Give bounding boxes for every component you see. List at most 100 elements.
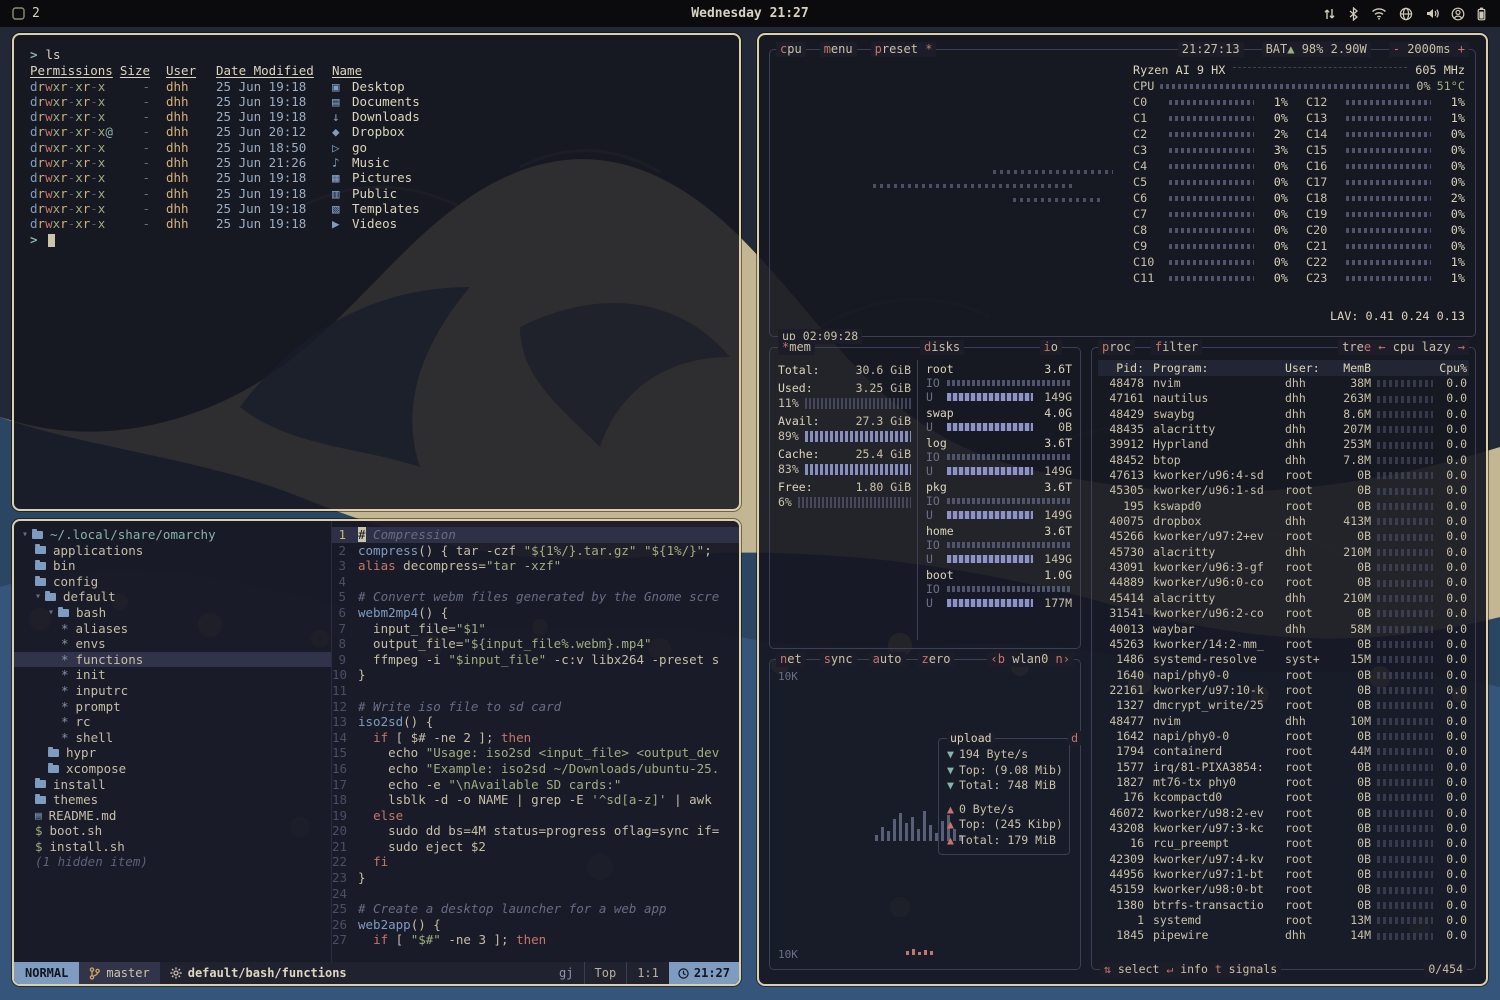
- tab-preset[interactable]: preset *: [871, 42, 937, 57]
- tab-cpu[interactable]: cpu: [776, 42, 806, 57]
- code-text: fi: [358, 854, 388, 870]
- process-row[interactable]: 44956kworker/u97:1-btroot0B0.0: [1098, 867, 1469, 882]
- mem-title[interactable]: *mem: [778, 340, 815, 355]
- window-btop[interactable]: cpumenupreset * 21:27:13BAT▲ 98% 2.90W- …: [757, 33, 1488, 986]
- process-row[interactable]: 1827mt76-tx phy0root0B0.0: [1098, 775, 1469, 790]
- process-row[interactable]: 45266kworker/u97:2+evroot0B0.0: [1098, 529, 1469, 544]
- tree-item[interactable]: bin: [14, 558, 331, 574]
- tree-item[interactable]: ▤README.md: [14, 808, 331, 824]
- process-row[interactable]: 1systemdroot13M0.0: [1098, 913, 1469, 928]
- wifi-icon[interactable]: [1371, 7, 1387, 20]
- process-row[interactable]: 16rcu_preemptroot0B0.0: [1098, 836, 1469, 851]
- process-row[interactable]: 47161nautilusdhh263M0.0: [1098, 391, 1469, 406]
- proc-footer-actions[interactable]: ⇅ select ↵ info t signals: [1100, 962, 1281, 977]
- text-segment: tre: [1342, 340, 1364, 354]
- process-row[interactable]: 43208kworker/u97:3-kcroot0B0.0: [1098, 821, 1469, 836]
- process-cpu-graph: [1377, 380, 1433, 387]
- tree-item[interactable]: config: [14, 574, 331, 590]
- process-row[interactable]: 45414alacrittydhh210M0.0: [1098, 591, 1469, 606]
- tree-item[interactable]: *shell: [14, 730, 331, 746]
- process-row[interactable]: 40075dropboxdhh413M0.0: [1098, 514, 1469, 529]
- tree-item[interactable]: ▾~/.local/share/omarchy: [14, 527, 331, 543]
- tree-item[interactable]: hypr: [14, 745, 331, 761]
- topbar-clock[interactable]: Wednesday 21:27: [0, 6, 1500, 21]
- updown-arrows-icon[interactable]: [1323, 7, 1336, 21]
- tree-item[interactable]: xcompose: [14, 761, 331, 777]
- process-row[interactable]: 195kswapd0root0B0.0: [1098, 499, 1469, 514]
- tree-item[interactable]: (1 hidden item): [14, 854, 331, 870]
- globe-icon[interactable]: [1399, 7, 1413, 21]
- proc-filter[interactable]: filter: [1151, 340, 1202, 355]
- tree-item[interactable]: ▾bash: [14, 605, 331, 621]
- bluetooth-icon[interactable]: [1348, 7, 1359, 21]
- text-segment: [358, 730, 373, 745]
- disks-title[interactable]: disks: [920, 340, 964, 355]
- process-row[interactable]: 1845pipewiredhh14M0.0: [1098, 928, 1469, 943]
- window-neovim[interactable]: ▾~/.local/share/omarchyapplicationsbinco…: [12, 519, 741, 986]
- tree-item[interactable]: ▾default: [14, 589, 331, 605]
- user-icon[interactable]: [1451, 7, 1465, 21]
- tree-item[interactable]: install: [14, 777, 331, 793]
- process-row[interactable]: 46072kworker/u98:2-evroot0B0.0: [1098, 806, 1469, 821]
- process-row[interactable]: 1486systemd-resolvesyst+15M0.0: [1098, 652, 1469, 667]
- process-row[interactable]: 48477nvimdhh10M0.0: [1098, 714, 1469, 729]
- core-pct: 1%: [1435, 94, 1465, 110]
- tree-item[interactable]: *functions: [14, 652, 331, 668]
- prompt-line-empty[interactable]: >: [30, 232, 723, 247]
- proc-sort-options[interactable]: tree ← cpu lazy →: [1338, 340, 1469, 355]
- process-row[interactable]: 48452btopdhh7.8M0.0: [1098, 453, 1469, 468]
- process-cpu-graph: [1377, 549, 1433, 556]
- git-branch[interactable]: master: [79, 962, 159, 984]
- process-row[interactable]: 22161kworker/u97:10-kroot0B0.0: [1098, 683, 1469, 698]
- process-row[interactable]: 42309kworker/u97:4-kvroot0B0.0: [1098, 852, 1469, 867]
- net-bar: [893, 819, 896, 841]
- io-tab[interactable]: io: [1040, 340, 1062, 355]
- tree-item[interactable]: *prompt: [14, 699, 331, 715]
- process-row[interactable]: 1642napi/phy0-0root0B0.0: [1098, 729, 1469, 744]
- process-row[interactable]: 45263kworker/14:2-mm_root0B0.0: [1098, 637, 1469, 652]
- tree-item[interactable]: *inputrc: [14, 683, 331, 699]
- battery-icon[interactable]: [1477, 7, 1486, 21]
- refresh-interval[interactable]: - 2000ms +: [1389, 42, 1469, 57]
- process-row[interactable]: 48478nvimdhh38M0.0: [1098, 376, 1469, 391]
- process-name: swaybg: [1144, 407, 1285, 422]
- process-row[interactable]: 176kcompactd0root0B0.0: [1098, 790, 1469, 805]
- process-row[interactable]: 47613kworker/u96:4-sdroot0B0.0: [1098, 468, 1469, 483]
- process-row[interactable]: 45730alacrittydhh210M0.0: [1098, 545, 1469, 560]
- process-row[interactable]: 44889kworker/u96:0-coroot0B0.0: [1098, 575, 1469, 590]
- process-row[interactable]: 31541kworker/u96:2-coroot0B0.0: [1098, 606, 1469, 621]
- code-line: 25# Create a desktop launcher for a web …: [332, 901, 739, 917]
- tree-item[interactable]: *rc: [14, 714, 331, 730]
- tree-item[interactable]: $install.sh: [14, 839, 331, 855]
- tree-item-label: envs: [76, 636, 106, 652]
- tree-item[interactable]: *aliases: [14, 621, 331, 637]
- clock-icon: [678, 968, 689, 979]
- volume-icon[interactable]: [1425, 7, 1439, 20]
- folder-icon: ▷: [332, 140, 345, 155]
- core-name: C12: [1306, 94, 1342, 110]
- window-terminal[interactable]: > ls Permissions Size User Date Modified…: [12, 33, 741, 511]
- tree-item[interactable]: *init: [14, 667, 331, 683]
- tree-item[interactable]: *envs: [14, 636, 331, 652]
- process-cpu: 0.0: [1439, 913, 1469, 928]
- process-row[interactable]: 45305kworker/u96:1-sdroot0B0.0: [1098, 483, 1469, 498]
- process-row[interactable]: 1640napi/phy0-0root0B0.0: [1098, 668, 1469, 683]
- process-row[interactable]: 1327dmcrypt_write/25root0B0.0: [1098, 698, 1469, 713]
- process-row[interactable]: 40013waybardhh58M0.0: [1098, 622, 1469, 637]
- tree-item[interactable]: $boot.sh: [14, 823, 331, 839]
- process-row[interactable]: 39912Hyprlanddhh253M0.0: [1098, 437, 1469, 452]
- core-meter: [1346, 148, 1431, 153]
- tree-item[interactable]: themes: [14, 792, 331, 808]
- net-stats-panel: upload d ▼194 Byte/s▼Top: (9.08 Mib)▼Tot…: [938, 738, 1070, 855]
- code-editor[interactable]: 1# Compression2compress() { tar -czf "${…: [332, 521, 739, 962]
- process-row[interactable]: 1380btrfs-transactioroot0B0.0: [1098, 898, 1469, 913]
- tree-item[interactable]: applications: [14, 543, 331, 559]
- tab-menu[interactable]: menu: [820, 42, 857, 57]
- process-row[interactable]: 45159kworker/u98:0-btroot0B0.0: [1098, 882, 1469, 897]
- process-row[interactable]: 1577irq/81-PIXA3854:root0B0.0: [1098, 760, 1469, 775]
- process-row[interactable]: 43091kworker/u96:3-gfroot0B0.0: [1098, 560, 1469, 575]
- process-row[interactable]: 1794containerdroot44M0.0: [1098, 744, 1469, 759]
- proc-title[interactable]: proc: [1098, 340, 1135, 355]
- process-row[interactable]: 48429swaybgdhh8.6M0.0: [1098, 407, 1469, 422]
- process-row[interactable]: 48435alacrittydhh207M0.0: [1098, 422, 1469, 437]
